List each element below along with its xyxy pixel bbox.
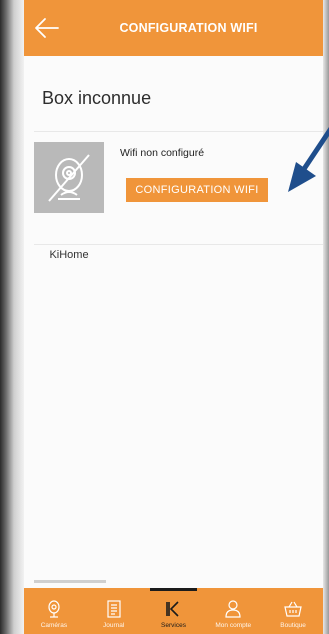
tab-services[interactable]: Services xyxy=(144,588,204,634)
tab-journal[interactable]: Journal xyxy=(84,588,144,634)
tab-label: Mon compte xyxy=(215,622,252,629)
tab-mon-compte[interactable]: Mon compte xyxy=(203,588,263,634)
user-icon xyxy=(225,600,241,618)
camera-off-icon xyxy=(48,153,90,202)
configuration-wifi-button[interactable]: CONFIGURATION WIFI xyxy=(126,178,268,202)
tab-label: Services xyxy=(161,622,186,629)
arrow-left-icon[interactable] xyxy=(34,17,60,39)
active-tab-indicator xyxy=(149,588,198,591)
tab-label: Boutique xyxy=(280,622,306,629)
divider xyxy=(34,131,323,132)
journal-icon xyxy=(107,600,121,618)
app-screen: CONFIGURATION WIFI Box inconnue KiHome W… xyxy=(0,0,329,634)
section-title: Box inconnue xyxy=(42,88,152,108)
frame-shadow-left xyxy=(0,0,24,634)
header-bar: CONFIGURATION WIFI xyxy=(24,0,323,56)
arrow-annotation-icon xyxy=(288,126,329,192)
tab-label: Caméras xyxy=(40,622,68,629)
device-card: KiHome Wifi non configuré CONFIGURATION … xyxy=(34,140,323,261)
services-k-icon xyxy=(166,601,180,617)
tab-boutique[interactable]: Boutique xyxy=(263,588,323,634)
frame-shadow-right xyxy=(323,0,329,634)
bottom-tab-bar: Caméras Journal Services Mon compte Bout… xyxy=(24,588,323,634)
main-content: CONFIGURATION WIFI Box inconnue KiHome W… xyxy=(24,0,329,634)
scroll-indicator xyxy=(34,580,106,583)
page-title: CONFIGURATION WIFI xyxy=(119,21,258,35)
wifi-status-text: Wifi non configuré xyxy=(120,147,205,159)
device-thumbnail xyxy=(34,142,104,213)
basket-icon xyxy=(284,601,302,617)
tab-cameras[interactable]: Caméras xyxy=(24,588,84,634)
divider xyxy=(34,244,323,245)
tab-label: Journal xyxy=(103,622,125,629)
device-name: KiHome xyxy=(49,249,89,261)
camera-icon xyxy=(48,600,60,618)
